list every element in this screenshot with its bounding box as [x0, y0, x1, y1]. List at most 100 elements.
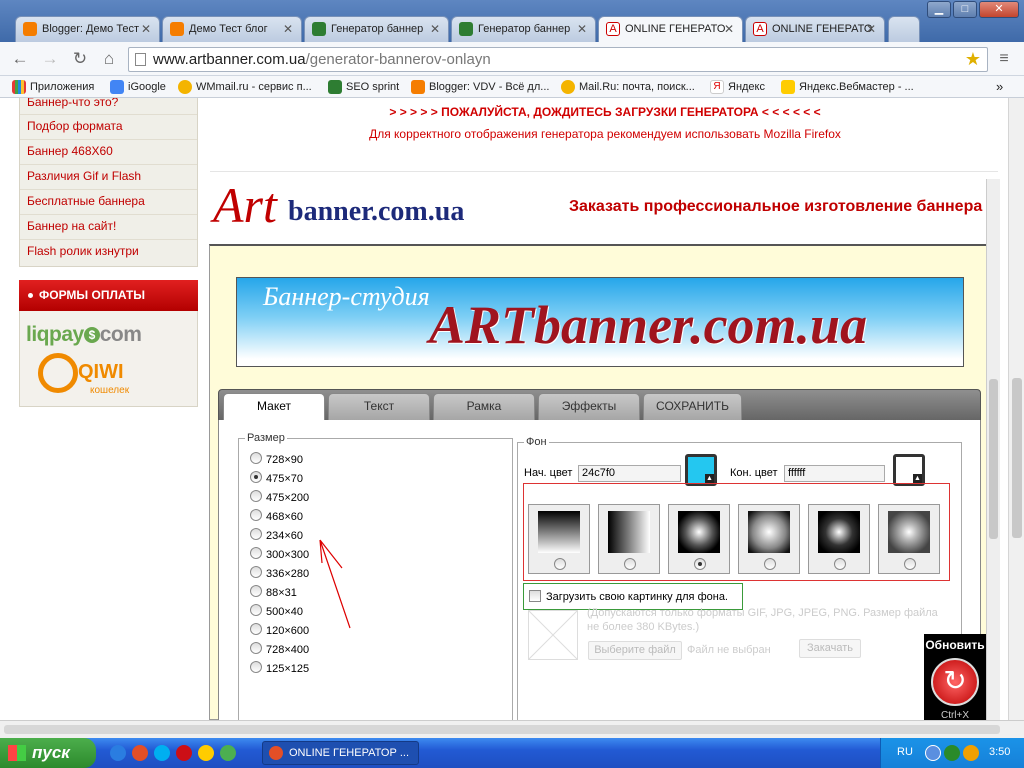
gradient-radio[interactable]: [904, 558, 916, 570]
close-tab-icon[interactable]: ✕: [430, 17, 440, 41]
tab-frame[interactable]: Рамка: [433, 393, 535, 420]
upload-checkbox[interactable]: [529, 590, 541, 602]
skype-icon[interactable]: [154, 745, 170, 761]
qiwi-logo[interactable]: QIWI кошелек: [38, 353, 138, 399]
tab-layout[interactable]: Макет: [223, 393, 325, 421]
page-scrollbar[interactable]: [1008, 98, 1024, 720]
size-radio[interactable]: [250, 623, 262, 635]
sidebar-item-what-is-banner[interactable]: Баннер-что это?: [27, 98, 118, 109]
browser-tab[interactable]: A ONLINE ГЕНЕРАТО ✕: [745, 16, 885, 42]
end-color-input[interactable]: ffffff: [784, 465, 885, 482]
tray-app-icon[interactable]: [944, 745, 960, 761]
size-radio[interactable]: [250, 471, 262, 483]
gradient-radio-selected[interactable]: [694, 558, 706, 570]
gradient-option-radial-dark[interactable]: [808, 504, 870, 574]
menu-icon[interactable]: ≡: [992, 48, 1016, 70]
browser-tab-active[interactable]: A ONLINE ГЕНЕРАТО ✕: [598, 16, 743, 42]
upload-button[interactable]: Закачать: [799, 639, 861, 658]
size-radio[interactable]: [250, 566, 262, 578]
language-indicator[interactable]: RU: [897, 746, 913, 758]
tab-effects[interactable]: Эффекты: [538, 393, 640, 420]
size-radio[interactable]: [250, 509, 262, 521]
ie-icon[interactable]: [110, 745, 126, 761]
start-color-input[interactable]: 24c7f0: [578, 465, 681, 482]
reload-icon[interactable]: ↻: [68, 48, 92, 70]
size-radio[interactable]: [250, 490, 262, 502]
size-radio[interactable]: [250, 547, 262, 559]
size-radio[interactable]: [250, 528, 262, 540]
yandex-browser-icon[interactable]: [198, 745, 214, 761]
order-banner-link[interactable]: Заказать профессиональное изготовление б…: [569, 198, 982, 216]
bookmark-wmmail[interactable]: WMmail.ru - сервис п...: [178, 79, 312, 95]
inner-scrollbar[interactable]: [986, 179, 1000, 720]
refresh-widget[interactable]: Обновить ↻ Ctrl+X: [924, 634, 986, 720]
browser-tab[interactable]: Генератор баннер ✕: [304, 16, 449, 42]
gradient-radio[interactable]: [624, 558, 636, 570]
tray-expand-icon[interactable]: [925, 745, 941, 761]
tray-app-icon[interactable]: [963, 745, 979, 761]
divider: [20, 189, 197, 190]
browser-tab[interactable]: Демо Тест блог ✕: [162, 16, 302, 42]
scrollbar-thumb[interactable]: [989, 379, 998, 539]
minimize-icon[interactable]: ▁: [927, 1, 951, 18]
sidebar-item-flash-inside[interactable]: Flash ролик изнутри: [27, 244, 139, 258]
browser-tab[interactable]: Blogger: Демо Тест ✕: [15, 16, 160, 42]
bookmark-yandex-webmaster[interactable]: Яндекс.Вебмастер - ...: [781, 79, 914, 95]
size-radio[interactable]: [250, 661, 262, 673]
size-label: 234×60: [266, 530, 304, 542]
bookmark-star-icon[interactable]: ★: [965, 48, 981, 71]
scrollbar-thumb[interactable]: [4, 725, 1000, 734]
horizontal-scrollbar[interactable]: [0, 720, 1024, 738]
gradient-radio[interactable]: [764, 558, 776, 570]
bookmark-blogger[interactable]: Blogger: VDV - Всё дл...: [411, 79, 549, 95]
close-window-icon[interactable]: ✕: [979, 1, 1019, 18]
bookmark-igoogle[interactable]: iGoogle: [110, 79, 166, 95]
close-tab-icon[interactable]: ✕: [724, 17, 734, 41]
close-tab-icon[interactable]: ✕: [141, 17, 151, 41]
bookmark-mailru[interactable]: Mail.Ru: почта, поиск...: [561, 79, 695, 95]
opera-icon[interactable]: [176, 745, 192, 761]
bookmark-apps[interactable]: Приложения: [12, 79, 94, 95]
gradient-radio[interactable]: [554, 558, 566, 570]
tab-text[interactable]: Текст: [328, 393, 430, 420]
gradient-option-vertical[interactable]: [528, 504, 590, 574]
start-button[interactable]: пуск: [0, 738, 96, 768]
size-radio[interactable]: [250, 452, 262, 464]
bookmark-yandex[interactable]: Я Яндекс: [710, 79, 765, 95]
close-tab-icon[interactable]: ✕: [283, 17, 293, 41]
scrollbar-thumb[interactable]: [1012, 378, 1022, 538]
close-tab-icon[interactable]: ✕: [866, 17, 876, 41]
sidebar-item-banner-on-site[interactable]: Баннер на сайт!: [27, 219, 116, 233]
gradient-radio[interactable]: [834, 558, 846, 570]
close-tab-icon[interactable]: ✕: [577, 17, 587, 41]
start-color-picker[interactable]: ▲: [685, 454, 717, 486]
taskbar-window-button[interactable]: ONLINE ГЕНЕРАТОР ...: [262, 741, 419, 765]
sidebar-item-format[interactable]: Подбор формата: [27, 119, 123, 133]
gradient-option-horizontal[interactable]: [598, 504, 660, 574]
chrome-icon[interactable]: [132, 745, 148, 761]
size-radio[interactable]: [250, 642, 262, 654]
end-color-picker[interactable]: ▲: [893, 454, 925, 486]
gradient-option-flare[interactable]: [878, 504, 940, 574]
gradient-option-star[interactable]: [668, 504, 730, 574]
size-radio[interactable]: [250, 604, 262, 616]
liqpay-logo[interactable]: liqpay $ com: [26, 323, 142, 347]
site-logo[interactable]: Art banner.com.ua: [213, 176, 503, 234]
chrome-icon[interactable]: [220, 745, 236, 761]
bookmark-seosprint[interactable]: SEO sprint: [328, 79, 399, 95]
bookmarks-more-button[interactable]: »: [996, 79, 1003, 95]
browser-tab[interactable]: Генератор баннер ✕: [451, 16, 596, 42]
back-icon[interactable]: ←: [8, 48, 32, 70]
sidebar-item-banner-468[interactable]: Баннер 468Х60: [27, 144, 113, 158]
gradient-option-radial-light[interactable]: [738, 504, 800, 574]
maximize-icon[interactable]: □: [953, 1, 977, 18]
size-radio[interactable]: [250, 585, 262, 597]
choose-file-button[interactable]: Выберите файл: [588, 641, 682, 660]
sidebar-item-free-banners[interactable]: Бесплатные баннера: [27, 194, 145, 208]
sidebar-item-gif-flash[interactable]: Различия Gif и Flash: [27, 169, 141, 183]
new-tab-button[interactable]: [888, 16, 920, 42]
forward-icon[interactable]: →: [38, 48, 62, 70]
address-bar[interactable]: www.artbanner.com.ua/generator-bannerov-…: [128, 47, 988, 72]
home-icon[interactable]: ⌂: [97, 48, 121, 70]
tab-save[interactable]: СОХРАНИТЬ: [643, 393, 742, 420]
